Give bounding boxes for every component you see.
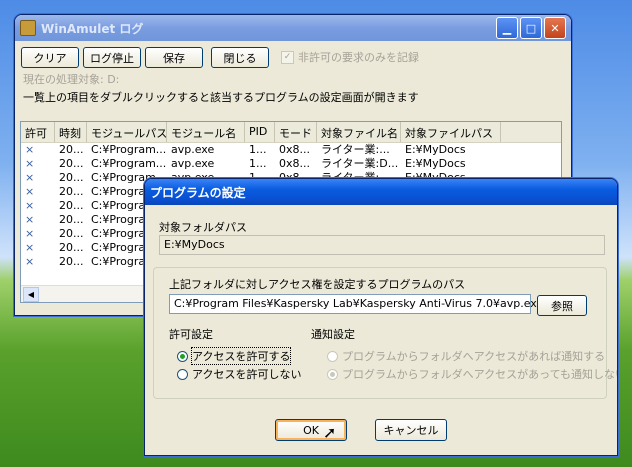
clear-button[interactable]: クリア [21,47,79,68]
table-cell: 20... [59,185,84,198]
table-cell: × [25,241,35,254]
notify-off-label: プログラムからフォルダへアクセスがあっても通知しない [342,368,618,381]
table-cell: avp.exe [171,143,215,156]
column-header[interactable]: 許可 [21,122,55,142]
program-path-label: 上記フォルダに対しアクセス権を設定するプログラムのパス [169,278,466,291]
table-cell: 20... [59,255,84,268]
app-icon [20,20,36,36]
table-cell: 1... [249,143,267,156]
folder-path-label: 対象フォルダパス [159,221,247,234]
table-cell: 20... [59,143,84,156]
table-cell: × [25,255,35,268]
column-header[interactable]: モード [275,122,317,142]
column-header[interactable]: 対象ファイル名 [317,122,401,142]
table-cell: × [25,227,35,240]
table-cell: 0x8... [279,157,310,170]
notify-on-radio[interactable]: プログラムからフォルダへアクセスがあれば通知する [327,348,605,364]
allow-access-radio[interactable]: アクセスを許可する [177,347,292,365]
table-cell: C:¥Program... [91,157,167,170]
cancel-button[interactable]: キャンセル [375,419,447,441]
notify-heading: 通知設定 [311,328,355,341]
deny-access-label: アクセスを許可しない [192,368,302,381]
table-cell: 20... [59,241,84,254]
permission-heading: 許可設定 [169,328,213,341]
table-cell: × [25,157,35,170]
dialog-titlebar[interactable]: プログラムの設定 [145,179,617,205]
column-header[interactable]: 対象ファイルパス [401,122,501,142]
checkbox-box: ✓ [281,50,294,64]
table-cell: avp.exe [171,157,215,170]
instruction-text: 一覧上の項目をダブルクリックすると該当するプログラムの設定画面が開きます [23,91,419,104]
allow-access-label: アクセスを許可する [190,347,292,365]
stop-log-button[interactable]: ログ停止 [83,47,141,68]
notify-on-label: プログラムからフォルダへアクセスがあれば通知する [342,350,606,363]
table-cell: ライター業:D... [321,157,399,170]
table-cell: C:¥Program... [91,143,167,156]
table-cell: × [25,185,35,198]
deny-access-radio[interactable]: アクセスを許可しない [177,366,301,382]
table-cell: 20... [59,171,84,184]
browse-button[interactable]: 参照 [537,295,587,316]
mouse-cursor-icon: ➚ [323,423,337,442]
table-cell: E:¥MyDocs [405,143,466,156]
table-cell: 20... [59,227,84,240]
dialog-title: プログラムの設定 [150,185,246,200]
log-window-title: WinAmulet ログ [41,21,144,36]
close-button[interactable]: 閉じる [211,47,269,68]
table-cell: 20... [59,213,84,226]
radio-indicator [177,368,188,380]
minimize-button[interactable]: ▁ [496,17,518,39]
unauthorized-only-checkbox[interactable]: ✓ 非許可の要求のみを記録 [281,49,419,65]
table-cell: ライター業:... [321,143,390,156]
radio-indicator [327,368,338,380]
table-cell: 1... [249,157,267,170]
table-cell: E:¥MyDocs [405,157,466,170]
table-cell: × [25,171,35,184]
table-cell: 20... [59,157,84,170]
checkbox-label: 非許可の要求のみを記録 [298,51,419,64]
folder-path-field: E:¥MyDocs [159,235,605,255]
table-cell: × [25,213,35,226]
table-row[interactable]: × 20... C:¥Program... avp.exe 1... 0x8... ライター… [21,157,561,171]
column-header[interactable]: 時刻 [55,122,87,142]
maximize-button[interactable]: □ [520,17,542,39]
save-button[interactable]: 保存 [145,47,203,68]
table-cell: × [25,199,35,212]
table-cell: 20... [59,199,84,212]
notify-off-radio[interactable]: プログラムからフォルダへアクセスがあっても通知しない [327,366,618,382]
radio-indicator [177,350,188,362]
column-header[interactable]: モジュールパス [87,122,167,142]
table-row[interactable]: × 20... C:¥Program... avp.exe 1... 0x8... ライター… [21,143,561,157]
program-settings-dialog: プログラムの設定 対象フォルダパス E:¥MyDocs 上記フォルダに対しアクセ… [144,178,618,456]
table-cell: 0x8... [279,143,310,156]
column-header[interactable]: モジュール名 [167,122,245,142]
scroll-left-icon[interactable]: ◀ [23,287,39,302]
radio-indicator [327,350,338,362]
log-window-titlebar[interactable]: WinAmulet ログ ▁ □ ✕ [15,15,571,41]
column-header[interactable]: PID [245,122,275,142]
close-window-button[interactable]: ✕ [544,17,566,39]
log-list-header: 許可 時刻 モジュールパス モジュール名 PID モード 対象ファイル名 対象ファイルパス [21,122,561,143]
current-target: 現在の処理対象: D: [23,73,120,86]
table-cell: × [25,143,35,156]
program-path-field[interactable]: C:¥Program Files¥Kaspersky Lab¥Kaspersky… [169,294,543,314]
